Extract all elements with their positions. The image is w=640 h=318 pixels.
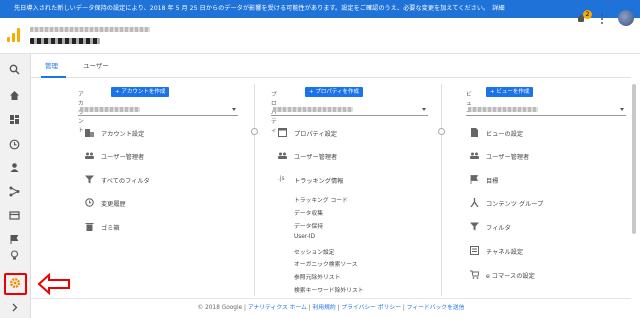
pointer-arrow-icon [37, 273, 70, 295]
grouping-icon [470, 198, 479, 207]
cart-icon [470, 270, 479, 279]
user-id-link[interactable]: User-ID [294, 234, 315, 240]
search-term-exclusion-link[interactable]: 検索キーワード除外リスト [294, 285, 364, 294]
js-icon: .js [278, 176, 285, 182]
admin-tabs: 管理 ユーザー [31, 54, 631, 78]
flag-icon [470, 175, 479, 184]
column-divider [441, 84, 442, 296]
banner-text: 先日導入された新しいデータ保持の設定により、2018 年 5 月 25 日からの… [14, 5, 490, 12]
data-collection-link[interactable]: データ収集 [294, 208, 323, 217]
filter-icon [470, 222, 479, 231]
data-retention-link[interactable]: データ保持 [294, 221, 323, 230]
person-icon[interactable] [0, 158, 31, 178]
filter-icon [85, 175, 94, 184]
analytics-home-link[interactable]: アナリティクス ホーム [248, 305, 307, 311]
session-settings-link[interactable]: セッション設定 [294, 247, 335, 256]
account-name-blurred[interactable] [30, 27, 150, 32]
acquisition-icon[interactable] [0, 182, 31, 202]
create-account-button[interactable]: + アカウントを作成 [111, 87, 170, 97]
people-icon [85, 152, 94, 159]
send-feedback-link[interactable]: フィードバックを送信 [407, 305, 465, 311]
tab-users[interactable]: ユーザー [83, 60, 109, 70]
tracking-code-link[interactable]: トラッキング コード [294, 195, 348, 204]
banner-details-link[interactable]: 詳細 [492, 5, 504, 12]
notification-count-badge: 2 [583, 10, 592, 19]
gear-highlight-box [4, 273, 27, 295]
top-bar [0, 18, 640, 54]
column-connector-icon [251, 128, 258, 135]
view-name-blurred[interactable] [30, 38, 100, 44]
document-icon [471, 128, 478, 137]
view-selector[interactable] [466, 104, 626, 116]
notice-banner: 先日導入された新しいデータ保持の設定により、2018 年 5 月 25 日からの… [0, 0, 640, 18]
create-view-button[interactable]: + ビューを作成 [486, 87, 534, 97]
lightbulb-icon[interactable] [0, 246, 31, 266]
privacy-policy-link[interactable]: プライバシー ポリシー [341, 305, 401, 311]
tab-admin[interactable]: 管理 [45, 60, 58, 70]
terms-link[interactable]: 利用規約 [312, 305, 335, 311]
active-tab-indicator [41, 76, 66, 78]
organic-search-sources-link[interactable]: オーガニック検索ソース [294, 259, 357, 268]
clock-icon[interactable] [0, 135, 31, 155]
scrollbar[interactable] [632, 84, 636, 234]
expand-chevron-icon[interactable] [0, 298, 31, 318]
window-icon [278, 128, 287, 137]
search-icon[interactable] [0, 60, 31, 80]
analytics-logo-icon[interactable] [7, 28, 21, 42]
more-options-icon[interactable] [601, 14, 604, 25]
property-selector[interactable] [271, 104, 428, 116]
avatar[interactable] [618, 10, 634, 26]
people-icon [470, 152, 479, 159]
building-icon [85, 129, 94, 137]
copyright-text: © 2018 Google | [197, 305, 248, 311]
home-icon[interactable] [0, 86, 31, 106]
column-divider [254, 84, 255, 296]
history-icon [85, 198, 94, 207]
dashboard-icon[interactable] [0, 110, 31, 130]
column-connector-icon [438, 128, 445, 135]
channel-icon [470, 246, 479, 255]
behavior-icon[interactable] [0, 206, 31, 226]
people-icon [278, 152, 287, 159]
trash-icon [85, 223, 94, 231]
referral-exclusion-link[interactable]: 参照元除外リスト [294, 272, 340, 281]
footer: © 2018 Google | アナリティクス ホーム | 利用規約 | プライ… [31, 298, 631, 318]
create-property-button[interactable]: + プロパティを作成 [305, 87, 364, 97]
account-selector[interactable] [78, 104, 238, 116]
